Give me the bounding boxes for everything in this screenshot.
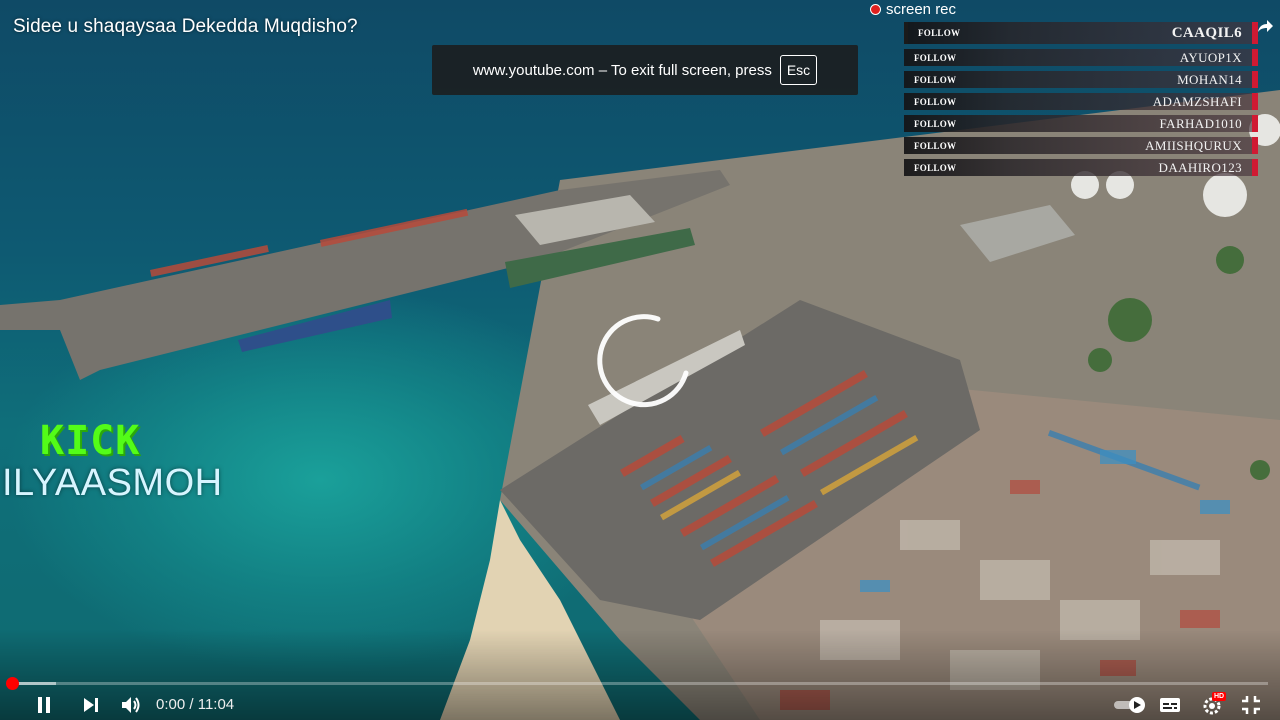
time-separator: / [189, 696, 194, 713]
time-display: 0:00 / 11:04 [156, 696, 234, 713]
fullscreen-exit-toast: www.youtube.com – To exit full screen, p… [432, 45, 858, 95]
follower-name: CAAQIL6 [1171, 24, 1242, 41]
next-icon [84, 698, 98, 712]
follow-row: FOLLOW CAAQIL6 [904, 22, 1258, 44]
follow-row: FOLLOW DAAHIRO123 [904, 159, 1258, 176]
follow-label: FOLLOW [914, 52, 957, 63]
kick-username: ILYAASMOH [2, 462, 223, 504]
video-title[interactable]: Sidee u shaqaysaa Dekedda Muqdisho? [13, 16, 358, 38]
esc-key-hint: Esc [779, 55, 818, 85]
follow-label: FOLLOW [914, 162, 957, 173]
pause-icon [38, 697, 50, 713]
follow-row: FOLLOW AMIISHQURUX [904, 137, 1258, 154]
screenrec-label: screen rec [886, 0, 957, 18]
screenrec-badge: screen rec [870, 0, 956, 18]
progress-bar[interactable] [6, 677, 1268, 690]
next-button[interactable] [78, 694, 104, 716]
autoplay-toggle[interactable] [1112, 694, 1148, 716]
follow-label: FOLLOW [914, 140, 957, 151]
pause-button[interactable] [30, 694, 58, 716]
follow-overlay: FOLLOW CAAQIL6 FOLLOW AYUOP1X FOLLOW MOH… [904, 22, 1258, 181]
follow-label: FOLLOW [914, 118, 957, 129]
subtitles-icon [1160, 698, 1180, 712]
follow-label: FOLLOW [918, 28, 961, 38]
subtitles-button[interactable] [1157, 694, 1183, 716]
follow-label: FOLLOW [914, 96, 957, 107]
scrubber-handle[interactable] [6, 677, 19, 690]
volume-icon [122, 697, 140, 713]
fullscreen-toast-message: www.youtube.com – To exit full screen, p… [472, 61, 772, 79]
follower-name: AMIISHQURUX [1145, 137, 1242, 153]
exit-fullscreen-button[interactable] [1238, 694, 1264, 716]
share-arrow-icon[interactable] [1254, 16, 1274, 36]
follow-row: FOLLOW FARHAD1010 [904, 115, 1258, 132]
kick-logo: KICK [40, 418, 141, 464]
duration: 11:04 [197, 696, 235, 713]
follow-label: FOLLOW [914, 74, 957, 85]
follower-name: MOHAN14 [1177, 71, 1242, 87]
follow-row: FOLLOW MOHAN14 [904, 71, 1258, 88]
follower-name: ADAMZSHAFI [1152, 93, 1242, 109]
exit-fullscreen-icon [1242, 696, 1260, 714]
settings-hd-badge: HD [1212, 692, 1227, 701]
settings-button[interactable]: HD [1198, 692, 1228, 716]
follow-row: FOLLOW AYUOP1X [904, 49, 1258, 66]
follow-row: FOLLOW ADAMZSHAFI [904, 93, 1258, 110]
follower-name: DAAHIRO123 [1158, 159, 1242, 175]
autoplay-toggle-icon [1114, 697, 1145, 713]
loading-spinner-icon [597, 314, 689, 408]
current-time: 0:00 [156, 696, 186, 713]
follower-name: FARHAD1010 [1159, 115, 1242, 131]
volume-button[interactable] [118, 694, 144, 716]
follower-name: AYUOP1X [1179, 49, 1242, 65]
record-dot-icon [870, 3, 881, 15]
